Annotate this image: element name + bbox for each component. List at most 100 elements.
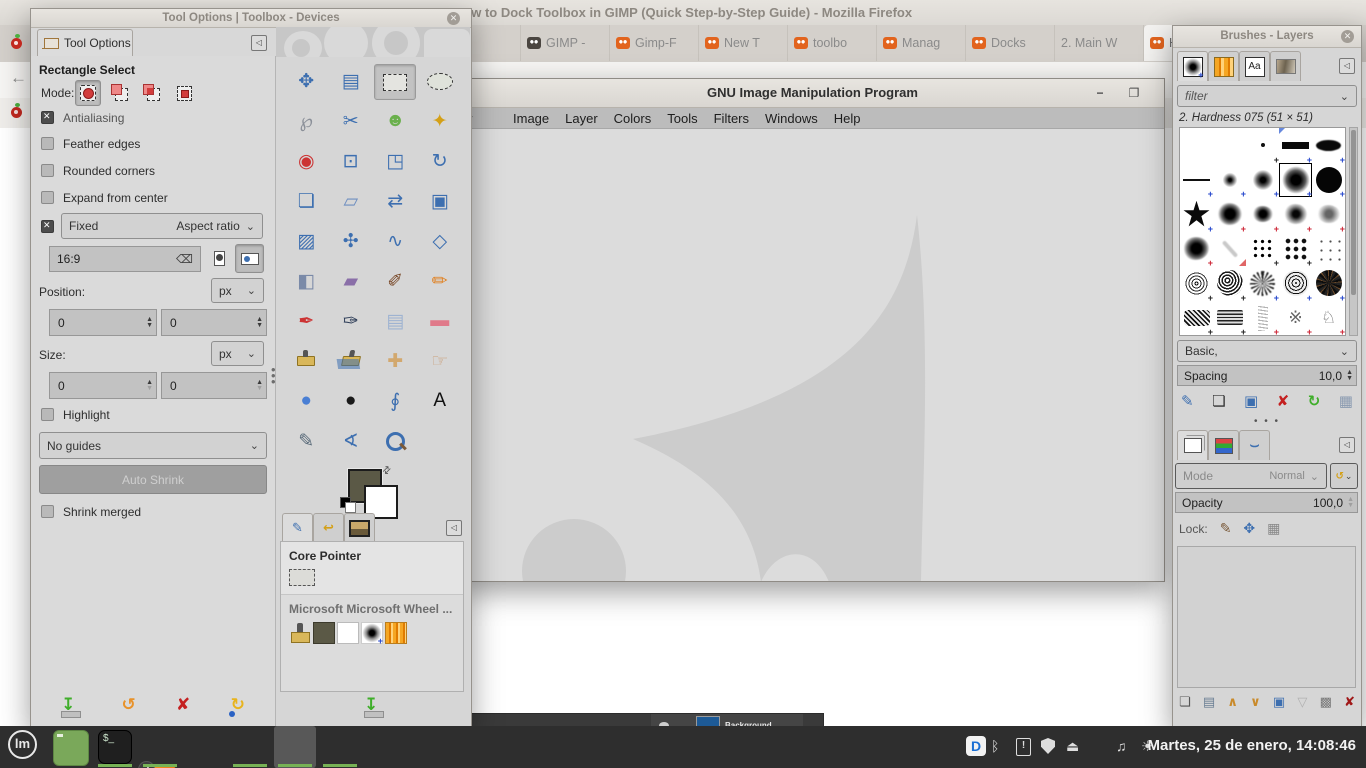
layers-list-empty[interactable] [1177, 546, 1356, 688]
brush-blank-2[interactable] [1213, 128, 1246, 163]
menu-image[interactable]: Image [505, 111, 557, 126]
mask-layer-icon[interactable]: ▩ [1320, 694, 1332, 710]
bookmark-favicon[interactable] [11, 107, 22, 118]
merge-layer-icon[interactable]: ▽ [1297, 694, 1307, 710]
menu-layer[interactable]: Layer [557, 111, 606, 126]
tab-gimp-f[interactable]: Gimp-F [610, 25, 699, 61]
fixed-checkbox[interactable] [41, 220, 54, 233]
color-area[interactable]: ⇄ [342, 467, 402, 513]
close-icon[interactable]: ✕ [447, 12, 460, 25]
aspect-ratio-input[interactable]: 16:9 ⌫ [49, 246, 201, 272]
scissors-select-tool[interactable]: ✂ [331, 104, 371, 138]
tab-patterns[interactable] [1208, 51, 1239, 81]
ellipse-select-tool[interactable] [420, 64, 460, 98]
layer-mode-select[interactable]: Mode Normal ⌄ [1175, 463, 1327, 489]
ink-tool[interactable]: ✑ [331, 304, 371, 338]
brush-filter-input[interactable]: filter⌄ [1177, 85, 1357, 107]
highlight-checkbox[interactable] [41, 408, 54, 421]
rotate-tool[interactable]: ↻ [420, 144, 460, 178]
left-window-titlebar[interactable]: Tool Options | Toolbox - Devices [31, 9, 471, 28]
duplicate-layer-icon[interactable]: ▣ [1273, 694, 1285, 710]
minimize-button[interactable]: − [1092, 85, 1108, 101]
feather-edges-checkbox[interactable] [41, 137, 54, 150]
size-width-spinner[interactable]: 0 ▲▼ [49, 372, 157, 399]
refresh-brushes-icon[interactable]: ↻ [1308, 392, 1321, 410]
tab-device-image[interactable] [344, 513, 375, 542]
brush-splatter-1[interactable]: + [1246, 232, 1279, 267]
gimp-titlebar[interactable]: GNU Image Manipulation Program − ❐ [461, 79, 1164, 108]
perspective-clone-tool[interactable] [331, 344, 371, 378]
delete-layer-icon[interactable]: ✘ [1344, 694, 1355, 710]
shear-tool[interactable]: ▱ [331, 184, 371, 218]
tab-manag[interactable]: Manag [877, 25, 966, 61]
free-select-tool[interactable]: ℘ [286, 104, 326, 138]
taskbar-clock[interactable]: Martes, 25 de enero, 14:08:46 [1148, 737, 1356, 754]
tab-layers[interactable] [1177, 430, 1208, 460]
clone-tool[interactable] [286, 344, 326, 378]
brush-script[interactable]: + [1246, 301, 1279, 336]
tab-gimp[interactable]: GIMP - [521, 25, 610, 61]
dock-menu-icon[interactable]: ◁ [1339, 437, 1355, 453]
tab-gradients[interactable] [1270, 51, 1301, 81]
mypaint-brush-tool[interactable]: ▤ [375, 304, 415, 338]
shrink-merged-checkbox[interactable] [41, 505, 54, 518]
duplicate-brush-icon[interactable]: ▣ [1244, 392, 1258, 410]
tab-toolbo[interactable]: toolbo [788, 25, 877, 61]
lock-alpha-icon[interactable]: ▦ [1267, 520, 1280, 537]
dock-menu-icon[interactable]: ◁ [446, 520, 462, 536]
airbrush-tool[interactable]: ✒ [286, 304, 326, 338]
brush-star[interactable]: + [1180, 197, 1213, 232]
brush-pepper[interactable]: + [1279, 232, 1312, 267]
brush-ellipse[interactable]: + [1312, 128, 1345, 163]
tab-brushes[interactable] [1177, 51, 1208, 81]
mode-replace-button[interactable] [75, 80, 101, 106]
open-brush-as-image-icon[interactable]: ▦ [1339, 392, 1353, 410]
new-layer-group-icon[interactable]: ▤ [1203, 694, 1215, 710]
mode-add-button[interactable] [107, 80, 133, 106]
eraser-tool[interactable]: ▬ [420, 304, 460, 338]
move-tool[interactable]: ✥ [286, 64, 326, 98]
back-button[interactable]: ← [10, 68, 27, 88]
mode-subtract-button[interactable] [139, 80, 165, 106]
scale-tool[interactable]: ❏ [286, 184, 326, 218]
eject-icon[interactable]: ⏏ [1066, 738, 1079, 755]
pane-resize-grip[interactable]: ••• [271, 367, 276, 385]
brush-hardness-025[interactable]: + [1213, 163, 1246, 198]
tab-new-t[interactable]: New T [699, 25, 788, 61]
delete-brush-icon[interactable]: ✘ [1277, 392, 1290, 410]
smudge-tool[interactable]: ☞ [420, 344, 460, 378]
position-y-spinner[interactable]: 0 ▲▼ [161, 309, 267, 336]
brush-oil-stroke[interactable] [1213, 232, 1246, 267]
brush-acrylic-1[interactable]: + [1213, 197, 1246, 232]
brush-texture-2[interactable]: + [1213, 301, 1246, 336]
brush-texture-1[interactable]: + [1180, 301, 1213, 336]
blur-sharpen-tool[interactable]: ● [286, 384, 326, 418]
cage-transform-tool[interactable]: ◇ [420, 224, 460, 258]
tab-fonts[interactable]: Aa [1239, 51, 1270, 81]
brush-cell-02[interactable]: + [1213, 266, 1246, 301]
brush-hardness-050[interactable]: + [1246, 163, 1279, 198]
brush-cell-05[interactable]: + [1312, 266, 1345, 301]
reset-options-icon[interactable]: ↻ [231, 695, 245, 718]
clear-input-icon[interactable]: ⌫ [176, 252, 193, 266]
tab-main-w[interactable]: 2. Main W [1055, 25, 1144, 61]
antialiasing-checkbox[interactable] [41, 111, 54, 124]
dodge-burn-tool[interactable]: ● [331, 384, 371, 418]
mode-intersect-button[interactable] [171, 80, 197, 106]
brush-acrylic-2[interactable]: + [1246, 197, 1279, 232]
fixed-rule-select[interactable]: Fixed Aspect ratio ⌄ [61, 213, 263, 239]
media-player-icon[interactable]: ♫ [1116, 738, 1127, 754]
tab-device-history[interactable]: ↩ [313, 513, 344, 542]
default-colors-icon[interactable] [340, 497, 351, 508]
device-row-wheel[interactable]: Microsoft Microsoft Wheel ... [281, 595, 463, 644]
dock-resize-grip[interactable]: • • • [1173, 416, 1361, 427]
brush-twigs[interactable]: ※+ [1279, 301, 1312, 336]
brush-scrollbar[interactable] [1349, 127, 1358, 336]
brush-group-select[interactable]: Basic,⌄ [1177, 340, 1357, 362]
show-desktop-button[interactable] [53, 730, 89, 766]
position-x-spinner[interactable]: 0 ▲▼ [49, 309, 157, 336]
restore-options-icon[interactable]: ↺ [121, 695, 135, 718]
dock-menu-icon[interactable]: ◁ [1339, 58, 1355, 74]
menu-filters[interactable]: Filters [706, 111, 757, 126]
size-height-spinner[interactable]: 0 ▲▼ [161, 372, 267, 399]
